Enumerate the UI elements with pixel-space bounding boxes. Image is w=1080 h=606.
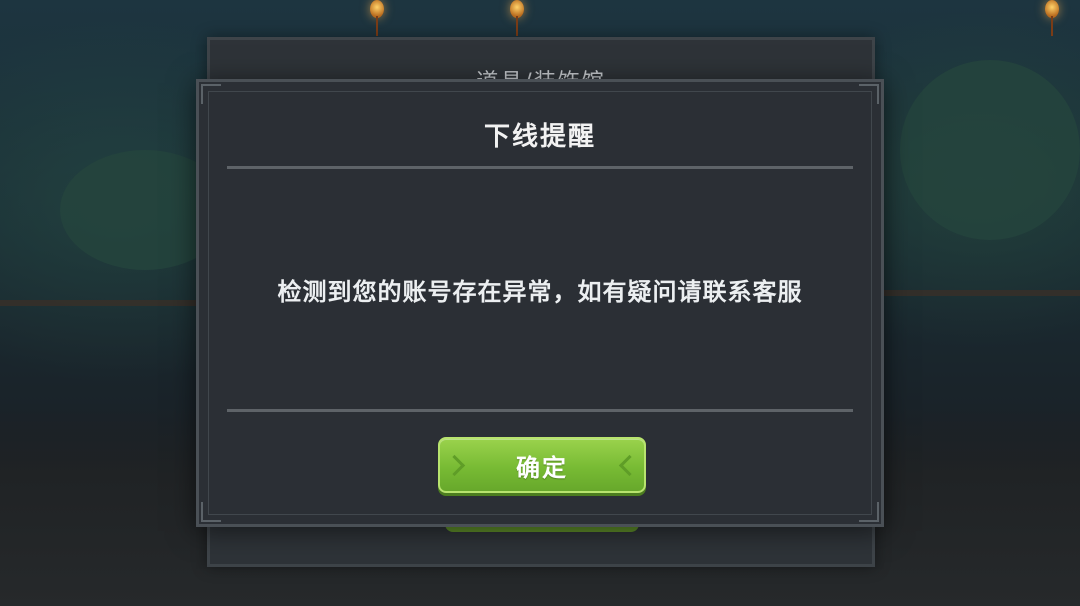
corner-ornament-icon: [859, 502, 879, 522]
corner-ornament-icon: [201, 84, 221, 104]
corner-ornament-icon: [859, 84, 879, 104]
corner-ornament-icon: [201, 502, 221, 522]
dialog-message: 检测到您的账号存在异常，如有疑问请联系客服: [277, 278, 803, 306]
confirm-button[interactable]: 确定: [438, 437, 646, 493]
railing: [0, 300, 210, 306]
chevron-left-icon: [618, 454, 641, 477]
logout-notice-dialog: 下线提醒 检测到您的账号存在异常，如有疑问请联系客服 确定: [196, 79, 884, 527]
footer-divider: [227, 409, 853, 412]
title-divider: [227, 166, 853, 169]
lantern-icon: [370, 0, 384, 36]
confirm-button-label: 确定: [516, 453, 568, 482]
railing: [880, 290, 1080, 296]
lantern-icon: [510, 0, 524, 36]
dialog-title: 下线提醒: [483, 122, 596, 152]
chevron-right-icon: [443, 454, 466, 477]
lantern-icon: [1045, 0, 1059, 36]
foliage-right: [900, 60, 1080, 240]
